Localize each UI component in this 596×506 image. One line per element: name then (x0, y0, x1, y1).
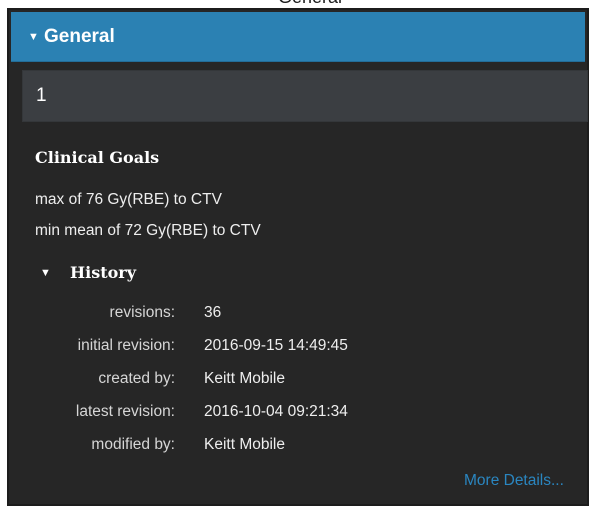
section-header-general[interactable]: ▼ General (11, 12, 585, 62)
clinical-goal-item: min mean of 72 Gy(RBE) to CTV (35, 222, 261, 239)
history-value-initial-revision: 2016-09-15 14:49:45 (204, 337, 348, 354)
general-panel: ▼ General 1 Clinical Goals max of 76 Gy(… (7, 8, 589, 506)
item-title: 1 (36, 85, 47, 106)
clinical-goal-item: max of 76 Gy(RBE) to CTV (35, 191, 222, 208)
item-bar[interactable]: 1 (22, 70, 588, 122)
history-value-latest-revision: 2016-10-04 09:21:34 (204, 403, 348, 420)
history-title: History (70, 263, 136, 282)
clinical-goals-heading: Clinical Goals (35, 148, 160, 167)
history-value-revisions: 36 (204, 304, 222, 321)
history-value-modified-by: Keitt Mobile (204, 436, 285, 453)
history-label-latest-revision: latest revision: (75, 403, 175, 420)
top-strip: General (0, 0, 596, 8)
more-details-link[interactable]: More Details... (464, 472, 564, 490)
history-label-initial-revision: initial revision: (77, 337, 175, 354)
history-toggle[interactable]: ▼ History (40, 263, 136, 282)
section-title: General (44, 25, 115, 47)
history-label-revisions: revisions: (109, 304, 175, 321)
history-label-modified-by: modified by: (91, 436, 175, 453)
history-label-created-by: created by: (98, 370, 175, 387)
caret-down-icon[interactable]: ▼ (28, 31, 44, 43)
history-value-created-by: Keitt Mobile (204, 370, 285, 387)
top-strip-cut-text: General (278, 0, 342, 8)
caret-down-icon[interactable]: ▼ (40, 267, 70, 279)
